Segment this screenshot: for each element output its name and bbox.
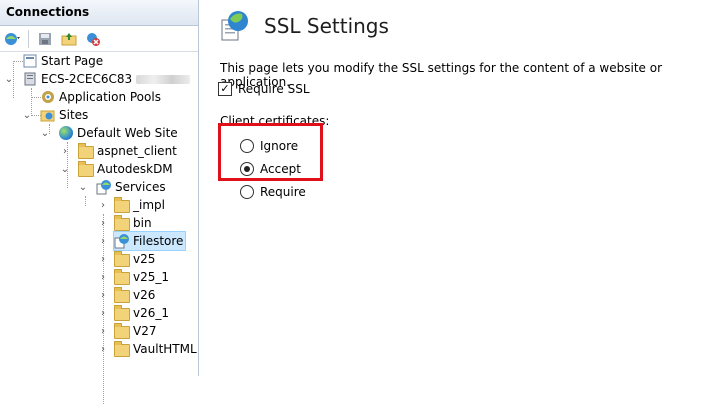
connect-button[interactable] [2,29,22,49]
folder-icon [114,304,130,321]
disconnect-icon [87,32,100,46]
collapse-chevron-icon[interactable]: ⌄ [4,74,14,85]
tree-item-label: v25_1 [133,270,170,284]
disconnect-button[interactable] [83,29,103,49]
up-button[interactable] [59,29,79,49]
tree-line [85,196,86,206]
connections-pane: Connections Start Page ⌄ ECS-2CEC6C83 Ap… [0,0,199,404]
folder-icon [114,340,130,357]
connections-toolbar [0,26,198,52]
page-title: SSL Settings [264,14,389,38]
collapse-chevron-icon[interactable]: ⌄ [78,182,88,193]
tree-item-v27[interactable]: V27 [114,322,156,340]
expand-chevron-icon[interactable]: › [98,218,108,229]
tree-item-v26[interactable]: v26 [114,286,155,304]
expand-chevron-icon[interactable]: › [98,308,108,319]
tree-item-v26-1[interactable]: v26_1 [114,304,169,322]
tree-item-application-pools[interactable]: Application Pools [40,88,161,106]
tree-item-label: bin [133,216,152,230]
tree-item-impl[interactable]: _impl [114,196,165,214]
tree-item-label: AutodeskDM [97,162,173,176]
expand-chevron-icon[interactable]: › [60,146,70,157]
up-folder-icon [61,32,77,45]
page-header: SSL Settings [220,10,389,42]
ssl-settings-panel: SSL Settings This page lets you modify t… [204,0,720,376]
expand-chevron-icon[interactable]: › [98,236,108,247]
expand-chevron-icon[interactable]: › [98,290,108,301]
radio-require-label: Require [260,185,306,199]
collapse-chevron-icon[interactable]: ⌄ [22,110,32,121]
application-pools-icon [40,89,56,105]
radio-ignore-label: Ignore [260,139,299,153]
ssl-globe-icon [221,11,248,41]
require-ssl-checkbox[interactable]: ✓ [218,82,232,96]
folder-icon [114,250,130,267]
tree-item-label: Default Web Site [77,126,178,140]
toolbar-separator [28,29,29,48]
radio-require[interactable] [240,185,254,199]
tree-item-bin[interactable]: bin [114,214,152,232]
tree-item-label: Filestore [133,234,184,248]
server-icon [22,71,38,87]
start-page-icon [22,53,38,69]
tree-item-label: V27 [133,324,157,338]
tree-item-aspnet-client[interactable]: aspnet_client [78,142,177,160]
application-globe-icon [96,179,112,195]
globe-icon [58,125,74,141]
folder-icon [78,160,94,177]
tree-item-label: v25 [133,252,156,266]
tree-item-label: v26 [133,288,156,302]
tree-item-label: ECS-2CEC6C83 [41,72,133,86]
require-ssl-checkbox-row[interactable]: ✓ Require SSL [218,82,310,96]
tree-item-v25-1[interactable]: v25_1 [114,268,169,286]
expand-chevron-icon[interactable]: › [98,344,108,355]
folder-icon [78,142,94,159]
expand-chevron-icon[interactable]: › [98,254,108,265]
folder-icon [114,268,130,285]
tree-item-v25[interactable]: v25 [114,250,155,268]
require-ssl-label: Require SSL [238,82,310,96]
tree-item-label: _impl [133,198,165,212]
sites-folder-icon [40,107,56,123]
folder-icon [114,322,130,339]
tree-item-label: VaultHTML [133,342,197,356]
expand-chevron-icon[interactable]: › [98,272,108,283]
collapse-chevron-icon[interactable]: ⌄ [40,128,50,139]
tree-item-services[interactable]: Services [96,178,166,196]
folder-icon [114,196,130,213]
expand-chevron-icon[interactable]: › [98,326,108,337]
expand-chevron-icon[interactable]: › [98,200,108,211]
radio-require-row[interactable]: Require [240,185,306,199]
tree-item-label: v26_1 [133,306,170,320]
tree-item-default-web-site[interactable]: Default Web Site [58,124,178,142]
blurred-username [136,74,191,84]
tree-item-label: Sites [59,108,89,122]
tree-item-label: Services [115,180,166,194]
tree-item-vaulthtml[interactable]: VaultHTML [114,340,197,358]
folder-icon [114,214,130,231]
tree-item-label: Application Pools [59,90,161,104]
application-globe-icon [114,233,130,249]
connect-globe-icon [5,32,20,45]
tree-item-label: aspnet_client [97,144,177,158]
tree-item-sites[interactable]: Sites [40,106,88,124]
connections-header: Connections [0,0,198,26]
radio-ignore[interactable] [240,139,254,153]
tree-item-label: Start Page [41,54,104,68]
folder-icon [114,286,130,303]
save-button[interactable] [35,29,55,49]
save-icon [39,32,51,45]
tree-item-start-page[interactable]: Start Page [22,52,103,70]
radio-accept-label: Accept [260,162,301,176]
tree-item-filestore[interactable]: Filestore [112,231,187,251]
tree-item-autodeskdm[interactable]: AutodeskDM [78,160,173,178]
tree-item-server[interactable]: ECS-2CEC6C83 [22,70,191,88]
radio-accept-row[interactable]: Accept [240,162,301,176]
radio-accept[interactable] [240,162,254,176]
radio-ignore-row[interactable]: Ignore [240,139,298,153]
collapse-chevron-icon[interactable]: ⌄ [60,164,70,175]
